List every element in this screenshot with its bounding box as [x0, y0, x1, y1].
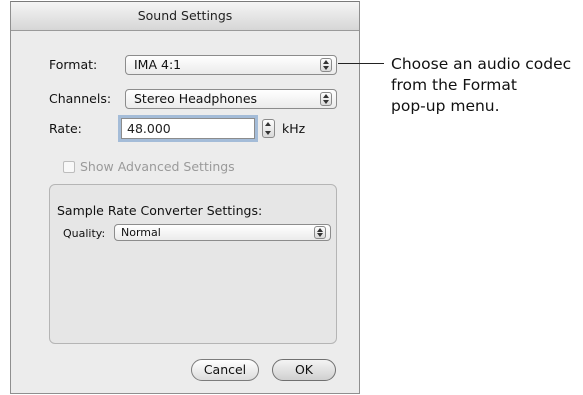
- dialog-title: Sound Settings: [11, 2, 359, 31]
- ok-button[interactable]: OK: [272, 359, 336, 381]
- quality-label: Quality:: [63, 227, 106, 240]
- show-advanced-label: Show Advanced Settings: [80, 159, 235, 174]
- quality-popup-value: Normal: [121, 226, 161, 239]
- callout-line-3: pop-up menu.: [391, 97, 500, 115]
- rate-stepper[interactable]: [262, 119, 275, 138]
- stepper-arrows-icon: [263, 121, 274, 136]
- callout-leader-line: [338, 63, 384, 64]
- rate-unit: kHz: [282, 121, 306, 136]
- channels-popup[interactable]: Stereo Headphones: [125, 89, 337, 109]
- rate-label: Rate:: [49, 121, 82, 136]
- callout-line-1: Choose an audio codec: [391, 55, 572, 73]
- quality-popup[interactable]: Normal: [114, 224, 331, 241]
- format-popup[interactable]: IMA 4:1: [125, 55, 337, 75]
- rate-field[interactable]: 48.000: [121, 118, 255, 139]
- callout-line-2: from the Format: [391, 76, 517, 94]
- channels-popup-value: Stereo Headphones: [134, 91, 258, 106]
- format-popup-value: IMA 4:1: [134, 57, 182, 72]
- cancel-button[interactable]: Cancel: [191, 359, 259, 381]
- channels-label: Channels:: [49, 91, 112, 106]
- popup-arrows-icon: [320, 92, 332, 106]
- popup-arrows-icon: [314, 226, 326, 239]
- show-advanced-checkbox[interactable]: [63, 161, 75, 173]
- popup-arrows-icon: [320, 58, 332, 72]
- callout-text: Choose an audio codec from the Format po…: [391, 54, 571, 117]
- sound-settings-dialog: Sound Settings Format: IMA 4:1 Channels:…: [10, 1, 360, 394]
- src-group-title: Sample Rate Converter Settings:: [57, 203, 263, 218]
- format-label: Format:: [49, 57, 98, 72]
- sample-rate-converter-group: Sample Rate Converter Settings: Quality:…: [49, 184, 337, 344]
